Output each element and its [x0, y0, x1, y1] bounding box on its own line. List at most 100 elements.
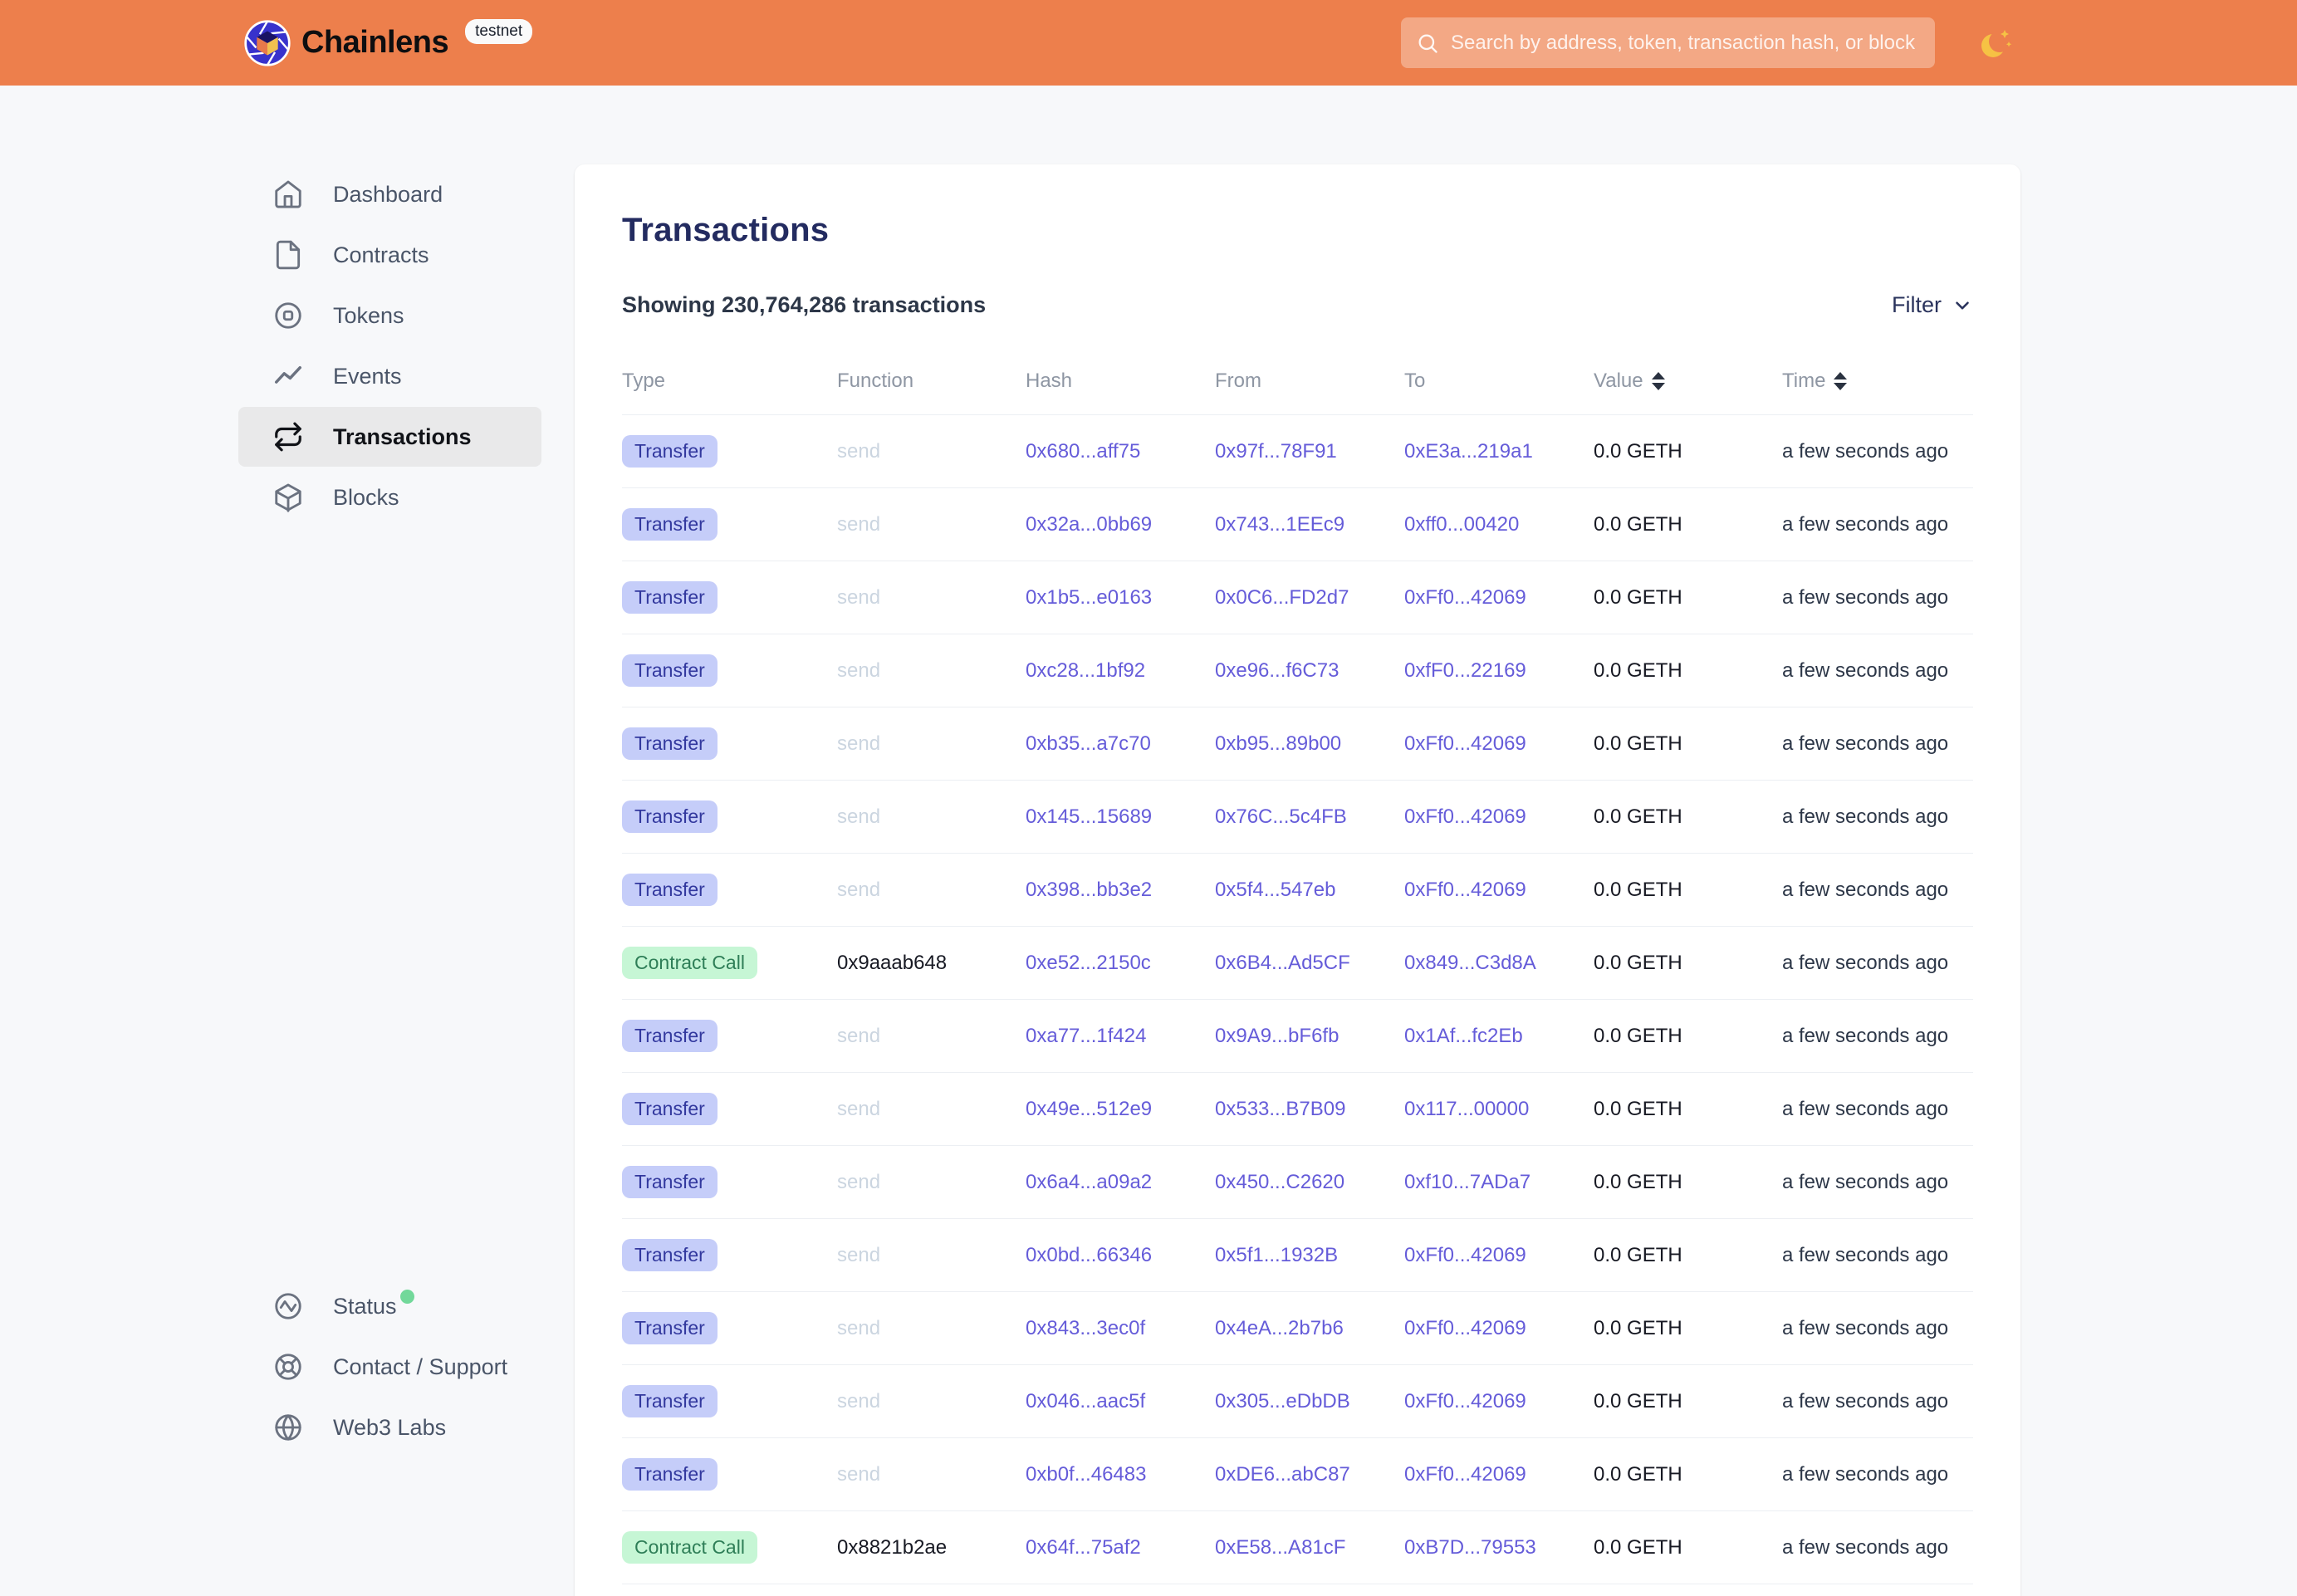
column-header-value[interactable]: Value [1594, 370, 1782, 393]
sidebar-item-dashboard[interactable]: Dashboard [238, 164, 541, 224]
to-link[interactable]: 0xfF0...22169 [1404, 659, 1526, 682]
table-row: Transfer send 0xc28...1bf92 0xe96...f6C7… [622, 634, 1973, 707]
hash-link[interactable]: 0xb0f...46483 [1026, 1463, 1146, 1486]
filter-button[interactable]: Filter [1892, 292, 1973, 318]
hash-link[interactable]: 0x0bd...66346 [1026, 1244, 1152, 1266]
chevron-down-icon [1952, 295, 1973, 316]
hash-link[interactable]: 0x32a...0bb69 [1026, 513, 1152, 536]
value-label: 0.0 GETH [1594, 879, 1782, 902]
value-label: 0.0 GETH [1594, 1171, 1782, 1194]
table-row: Contract Call 0x8821b2ae 0x64f...75af2 0… [622, 1511, 1973, 1584]
function-label: send [837, 440, 1026, 463]
from-link[interactable]: 0x450...C2620 [1215, 1171, 1344, 1193]
from-link[interactable]: 0x5f4...547eb [1215, 879, 1335, 901]
to-link[interactable]: 0xFf0...42069 [1404, 879, 1526, 901]
sidebar-item-web3-labs[interactable]: Web3 Labs [238, 1398, 541, 1457]
hash-link[interactable]: 0x145...15689 [1026, 805, 1152, 828]
to-link[interactable]: 0xB7D...79553 [1404, 1536, 1536, 1559]
hash-link[interactable]: 0xb35...a7c70 [1026, 732, 1151, 755]
to-link[interactable]: 0xFf0...42069 [1404, 805, 1526, 828]
page-title: Transactions [622, 164, 1973, 249]
from-link[interactable]: 0xE58...A81cF [1215, 1536, 1345, 1559]
type-badge: Transfer [622, 581, 718, 614]
sidebar-item-label: Tokens [333, 303, 404, 329]
sidebar-item-contracts[interactable]: Contracts [238, 225, 541, 285]
sidebar-footer: Status Contact / Support Web3 Labs [238, 1276, 541, 1458]
repeat-icon [272, 420, 305, 453]
to-link[interactable]: 0xFf0...42069 [1404, 1317, 1526, 1339]
sidebar-item-label: Contracts [333, 242, 429, 268]
search-input[interactable] [1451, 32, 1920, 55]
from-link[interactable]: 0x0C6...FD2d7 [1215, 586, 1349, 609]
sidebar-item-events[interactable]: Events [238, 346, 541, 406]
sidebar-item-label: Events [333, 364, 402, 389]
sidebar-item-contact-support[interactable]: Contact / Support [238, 1337, 541, 1397]
function-label: send [837, 513, 1026, 536]
search-bar[interactable] [1401, 17, 1935, 68]
function-label: send [837, 586, 1026, 610]
brand[interactable]: Chainlens testnet [243, 0, 532, 86]
table-body: Transfer send 0x680...aff75 0x97f...78F9… [622, 415, 1973, 1584]
value-label: 0.0 GETH [1594, 805, 1782, 829]
time-label: a few seconds ago [1782, 1098, 1973, 1121]
type-badge: Contract Call [622, 1531, 757, 1564]
to-link[interactable]: 0xFf0...42069 [1404, 1244, 1526, 1266]
value-label: 0.0 GETH [1594, 732, 1782, 756]
table-row: Transfer send 0x680...aff75 0x97f...78F9… [622, 415, 1973, 488]
from-link[interactable]: 0xDE6...abC87 [1215, 1463, 1350, 1486]
to-link[interactable]: 0x117...00000 [1404, 1098, 1529, 1120]
from-link[interactable]: 0x305...eDbDB [1215, 1390, 1350, 1412]
hash-link[interactable]: 0xc28...1bf92 [1026, 659, 1145, 682]
to-link[interactable]: 0xFf0...42069 [1404, 1390, 1526, 1412]
column-header-from: From [1215, 370, 1404, 393]
to-link[interactable]: 0x1Af...fc2Eb [1404, 1025, 1523, 1047]
from-link[interactable]: 0x5f1...1932B [1215, 1244, 1338, 1266]
hash-link[interactable]: 0x64f...75af2 [1026, 1536, 1141, 1559]
type-badge: Transfer [622, 800, 718, 833]
sidebar-item-transactions[interactable]: Transactions [238, 407, 541, 467]
to-link[interactable]: 0xf10...7ADa7 [1404, 1171, 1531, 1193]
value-label: 0.0 GETH [1594, 1390, 1782, 1413]
sidebar-item-tokens[interactable]: Tokens [238, 286, 541, 345]
hash-link[interactable]: 0x1b5...e0163 [1026, 586, 1152, 609]
sidebar-item-blocks[interactable]: Blocks [238, 468, 541, 527]
function-label: send [837, 879, 1026, 902]
column-header-time[interactable]: Time [1782, 370, 1973, 393]
from-link[interactable]: 0x97f...78F91 [1215, 440, 1337, 463]
time-label: a few seconds ago [1782, 1244, 1973, 1267]
from-link[interactable]: 0x743...1EEc9 [1215, 513, 1344, 536]
hash-link[interactable]: 0xe52...2150c [1026, 952, 1151, 974]
to-link[interactable]: 0x849...C3d8A [1404, 952, 1536, 974]
from-link[interactable]: 0x76C...5c4FB [1215, 805, 1347, 828]
from-link[interactable]: 0xe96...f6C73 [1215, 659, 1339, 682]
sidebar-item-status[interactable]: Status [238, 1276, 541, 1336]
sidebar-item-label: Transactions [333, 424, 472, 450]
hash-link[interactable]: 0x49e...512e9 [1026, 1098, 1152, 1120]
sort-value-icon[interactable] [1652, 372, 1665, 390]
type-badge: Transfer [622, 1020, 718, 1052]
function-label: send [837, 1244, 1026, 1267]
from-link[interactable]: 0xb95...89b00 [1215, 732, 1341, 755]
type-badge: Transfer [622, 1312, 718, 1344]
sidebar-item-label: Web3 Labs [333, 1415, 446, 1441]
to-link[interactable]: 0xFf0...42069 [1404, 732, 1526, 755]
theme-toggle-button[interactable] [1975, 23, 2016, 65]
hash-link[interactable]: 0xa77...1f424 [1026, 1025, 1146, 1047]
hash-link[interactable]: 0x398...bb3e2 [1026, 879, 1152, 901]
to-link[interactable]: 0xFf0...42069 [1404, 1463, 1526, 1486]
hash-link[interactable]: 0x680...aff75 [1026, 440, 1140, 463]
from-link[interactable]: 0x4eA...2b7b6 [1215, 1317, 1344, 1339]
to-link[interactable]: 0xE3a...219a1 [1404, 440, 1533, 463]
type-badge: Transfer [622, 654, 718, 687]
from-link[interactable]: 0x6B4...Ad5CF [1215, 952, 1350, 974]
from-link[interactable]: 0x9A9...bF6fb [1215, 1025, 1339, 1047]
from-link[interactable]: 0x533...B7B09 [1215, 1098, 1345, 1120]
type-badge: Transfer [622, 727, 718, 760]
hash-link[interactable]: 0x046...aac5f [1026, 1390, 1145, 1412]
sort-time-icon[interactable] [1834, 372, 1847, 390]
to-link[interactable]: 0xFf0...42069 [1404, 586, 1526, 609]
time-label: a few seconds ago [1782, 1536, 1973, 1559]
hash-link[interactable]: 0x843...3ec0f [1026, 1317, 1145, 1339]
hash-link[interactable]: 0x6a4...a09a2 [1026, 1171, 1152, 1193]
to-link[interactable]: 0xff0...00420 [1404, 513, 1519, 536]
